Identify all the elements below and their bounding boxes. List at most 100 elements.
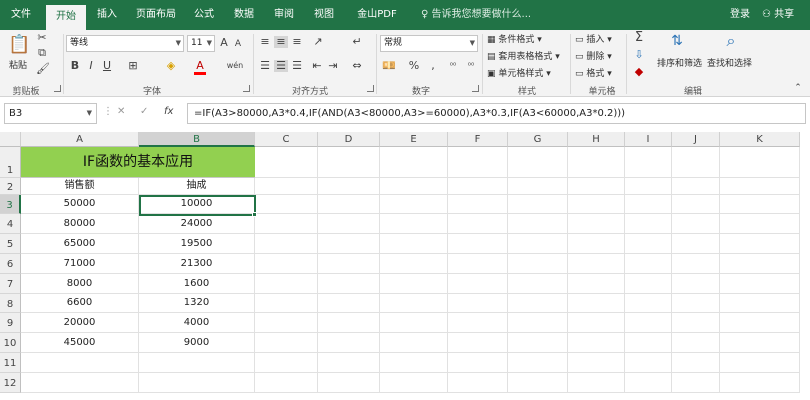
format-cells-button[interactable]: ▭ 格式 ▾ xyxy=(575,66,612,79)
alignment-launcher[interactable] xyxy=(367,85,374,92)
cancel-icon[interactable]: ✕ xyxy=(117,106,125,117)
sales-cell[interactable]: 6600 xyxy=(21,294,139,313)
grid-cell[interactable] xyxy=(318,178,380,195)
grid-cell[interactable] xyxy=(508,195,568,214)
increase-decimal-icon[interactable]: ⁰⁰ xyxy=(446,60,460,72)
grid-cell[interactable] xyxy=(255,333,318,353)
grid-cell[interactable] xyxy=(380,333,448,353)
grid-cell[interactable] xyxy=(720,234,800,254)
phonetic-icon[interactable]: wén xyxy=(226,60,244,72)
column-header-c[interactable]: C xyxy=(255,132,318,147)
grid-cell[interactable] xyxy=(448,373,508,393)
row-header-11[interactable]: 11 xyxy=(0,353,21,373)
grid-cell[interactable] xyxy=(508,333,568,353)
clipboard-launcher[interactable] xyxy=(54,85,61,92)
percent-button[interactable]: % xyxy=(408,60,420,72)
grid-cell[interactable] xyxy=(255,353,318,373)
grid-cell[interactable] xyxy=(625,254,672,274)
grid-cell[interactable] xyxy=(255,195,318,214)
grid-cell[interactable] xyxy=(625,313,672,333)
grid-cell[interactable] xyxy=(21,353,139,373)
column-header-j[interactable]: J xyxy=(672,132,720,147)
grid-cell[interactable] xyxy=(625,195,672,214)
grid-cell[interactable] xyxy=(720,195,800,214)
grid-cell[interactable] xyxy=(318,274,380,294)
column-header-k[interactable]: K xyxy=(720,132,800,147)
align-left-icon[interactable]: ☰ xyxy=(258,60,272,72)
bold-button[interactable]: B xyxy=(70,60,80,72)
grid-cell[interactable] xyxy=(448,313,508,333)
grid-cell[interactable] xyxy=(255,178,318,195)
grid-cell[interactable] xyxy=(255,294,318,313)
find-select-button[interactable]: 查找和选择 xyxy=(707,56,752,69)
grid-cell[interactable] xyxy=(568,274,625,294)
column-header-g[interactable]: G xyxy=(508,132,568,147)
column-header-f[interactable]: F xyxy=(448,132,508,147)
sort-filter-icon[interactable]: ⇅ xyxy=(668,32,686,50)
paste-button[interactable]: 粘贴 xyxy=(9,58,27,71)
grid-cell[interactable] xyxy=(568,178,625,195)
grid-cell[interactable] xyxy=(672,254,720,274)
grid-cell[interactable] xyxy=(255,373,318,393)
wrap-text-icon[interactable]: ↵ xyxy=(350,36,364,48)
grid-cell[interactable] xyxy=(568,373,625,393)
tab-home[interactable]: 开始 xyxy=(46,5,86,30)
grid-cell[interactable] xyxy=(625,214,672,234)
grid-cell[interactable] xyxy=(720,254,800,274)
header-cell-commission[interactable]: 抽成 xyxy=(139,178,255,195)
grid-cell[interactable] xyxy=(508,254,568,274)
fill-icon[interactable]: ⇩ xyxy=(632,49,646,61)
italic-button[interactable]: I xyxy=(86,60,96,72)
row-header-4[interactable]: 4 xyxy=(0,214,21,234)
column-header-a[interactable]: A xyxy=(21,132,139,147)
grid-cell[interactable] xyxy=(625,333,672,353)
grid-cell[interactable] xyxy=(380,195,448,214)
grid-cell[interactable] xyxy=(672,333,720,353)
grid-cell[interactable] xyxy=(720,313,800,333)
copy-icon[interactable]: ⧉ xyxy=(36,47,48,59)
grid-cell[interactable] xyxy=(672,147,720,178)
sales-cell[interactable]: 65000 xyxy=(21,234,139,254)
sales-cell[interactable]: 50000 xyxy=(21,195,139,214)
grid-cell[interactable] xyxy=(448,353,508,373)
row-header-5[interactable]: 5 xyxy=(0,234,21,254)
grid-cell[interactable] xyxy=(568,195,625,214)
insert-cells-button[interactable]: ▭ 插入 ▾ xyxy=(575,32,612,45)
tab-data[interactable]: 数据 xyxy=(226,0,262,30)
insert-function-button[interactable]: fx xyxy=(164,106,173,117)
grid-cell[interactable] xyxy=(508,178,568,195)
grid-cell[interactable] xyxy=(568,147,625,178)
fill-color-icon[interactable]: ◈ xyxy=(164,60,178,72)
grid-cell[interactable] xyxy=(720,274,800,294)
grid-cell[interactable] xyxy=(448,147,508,178)
cell-styles-button[interactable]: ▣ 单元格样式 ▾ xyxy=(487,66,551,79)
increase-indent-icon[interactable]: ⇥ xyxy=(326,60,340,72)
grid-cell[interactable] xyxy=(448,195,508,214)
row-header-6[interactable]: 6 xyxy=(0,254,21,274)
title-cell[interactable]: IF函数的基本应用 xyxy=(21,147,255,178)
grid-cell[interactable] xyxy=(380,373,448,393)
column-header-e[interactable]: E xyxy=(380,132,448,147)
merge-center-icon[interactable]: ⇔ xyxy=(350,60,364,72)
grid-cell[interactable] xyxy=(380,254,448,274)
align-center-icon[interactable]: ☰ xyxy=(274,60,288,72)
decrease-font-icon[interactable]: A xyxy=(233,38,243,50)
decrease-decimal-icon[interactable]: ⁰⁰ xyxy=(464,60,478,72)
grid-cell[interactable] xyxy=(318,214,380,234)
grid-cell[interactable] xyxy=(568,333,625,353)
row-header-7[interactable]: 7 xyxy=(0,274,21,294)
grid-cell[interactable] xyxy=(508,274,568,294)
tab-file[interactable]: 文件 xyxy=(2,0,40,30)
sort-filter-button[interactable]: 排序和筛选 xyxy=(657,56,702,69)
grid-cell[interactable] xyxy=(508,313,568,333)
grid-cell[interactable] xyxy=(318,195,380,214)
tab-page-layout[interactable]: 页面布局 xyxy=(130,0,182,30)
sales-cell[interactable]: 8000 xyxy=(21,274,139,294)
login-link[interactable]: 登录 xyxy=(730,0,750,30)
row-header-1[interactable]: 1 xyxy=(0,147,21,178)
grid-cell[interactable] xyxy=(508,294,568,313)
grid-cell[interactable] xyxy=(720,373,800,393)
grid-cell[interactable] xyxy=(448,274,508,294)
paste-icon[interactable]: 📋 xyxy=(8,34,30,56)
grid-cell[interactable] xyxy=(625,294,672,313)
